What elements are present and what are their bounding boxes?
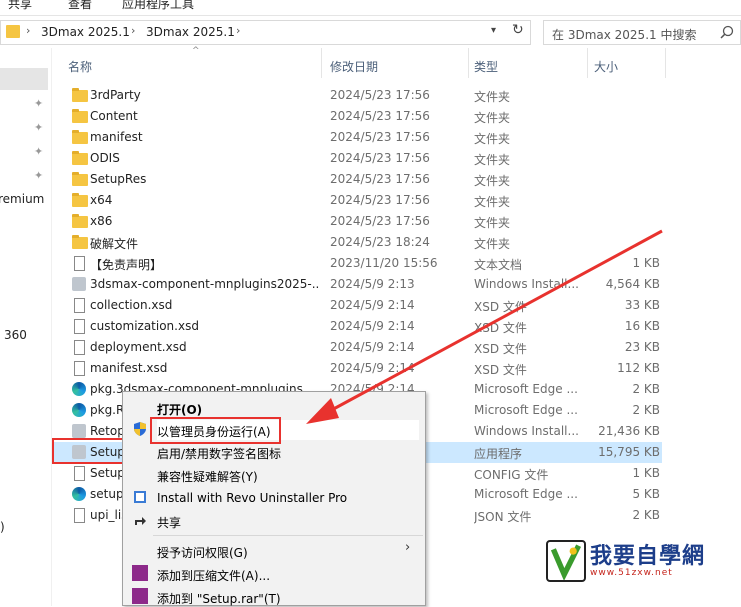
annotation-arrow <box>306 229 663 424</box>
watermark-url: www.51zxw.net <box>590 568 673 578</box>
logo-badge-icon <box>546 540 586 582</box>
watermark-title: 我要自學網 <box>590 544 706 569</box>
watermark-logo: 我要自學網 www.51zxw.net <box>542 538 712 586</box>
